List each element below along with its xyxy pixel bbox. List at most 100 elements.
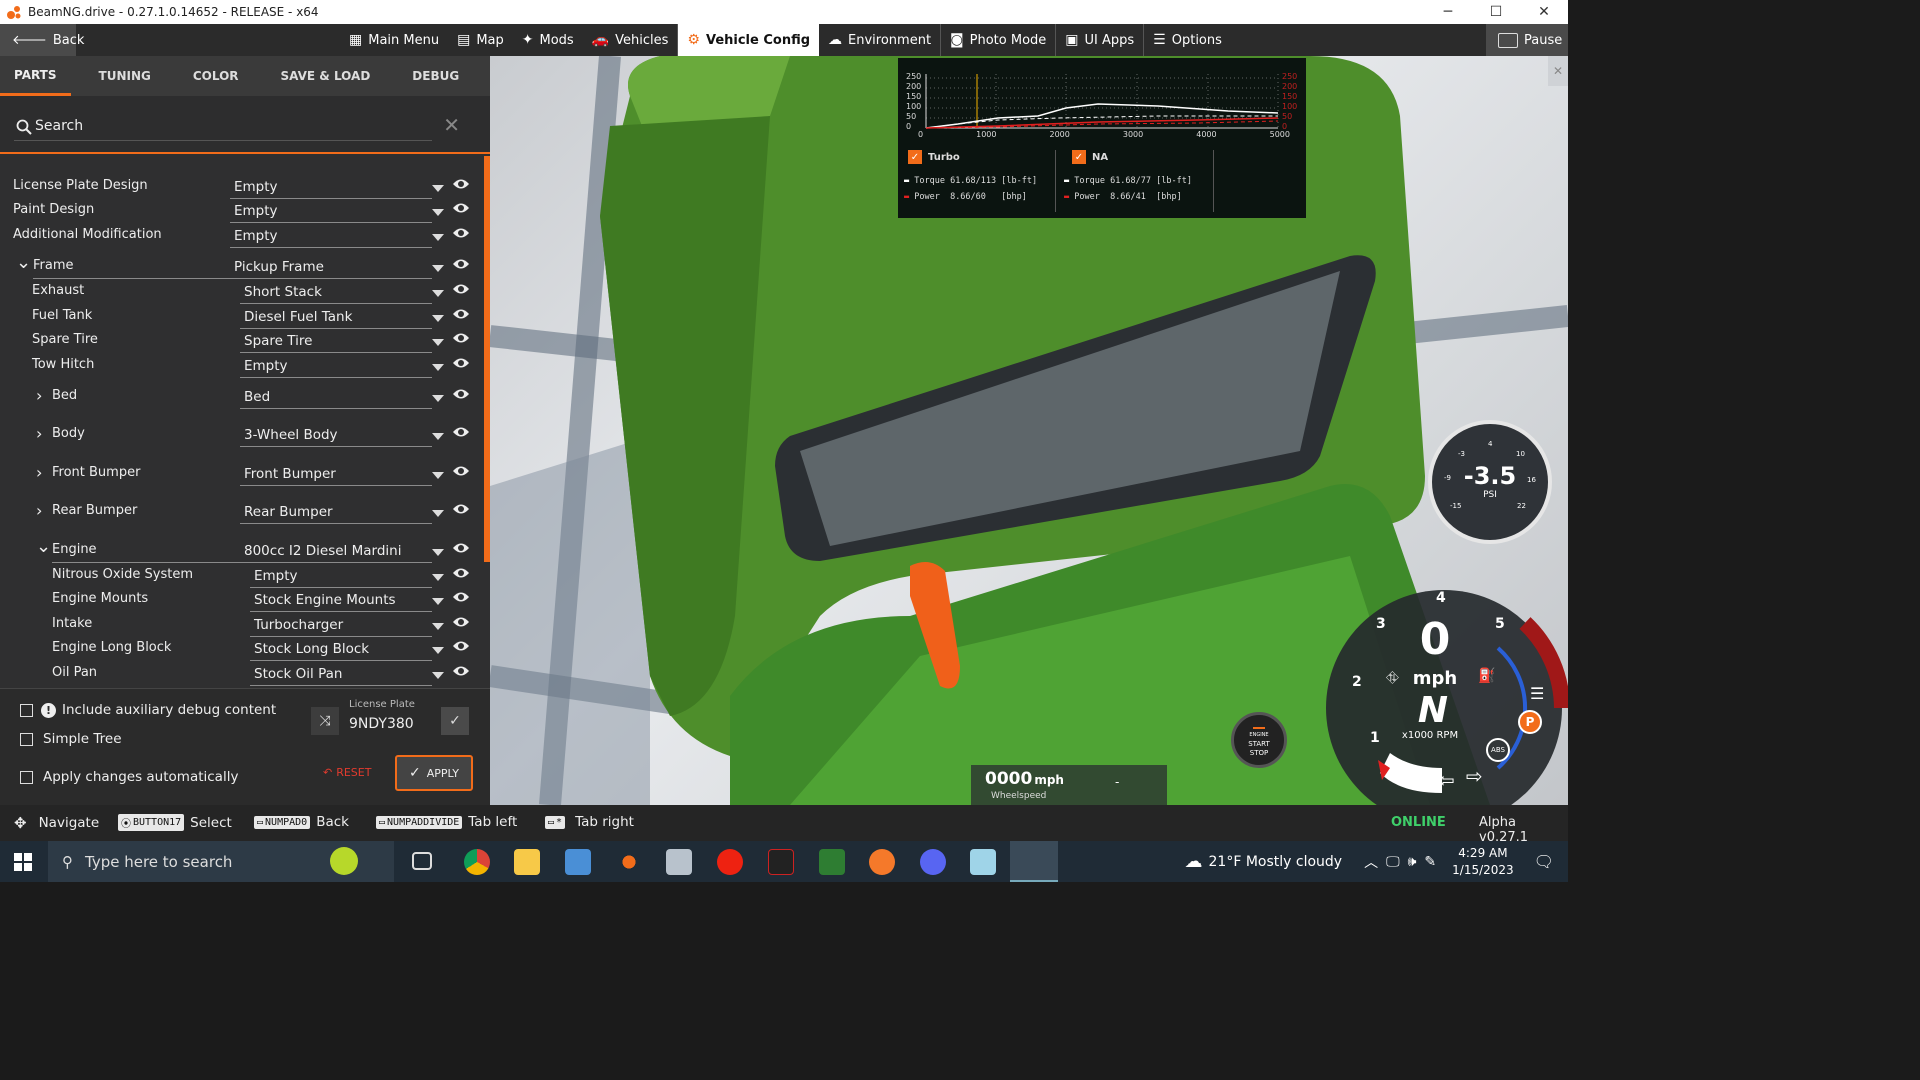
dropdown-arrow-icon[interactable] bbox=[432, 433, 444, 440]
randomize-plate-button[interactable]: ⤨ bbox=[311, 707, 339, 735]
tab-parts[interactable]: PARTS bbox=[0, 56, 71, 96]
tab-color[interactable]: COLOR bbox=[179, 56, 253, 96]
blender-icon[interactable] bbox=[869, 849, 895, 875]
tab-save-load[interactable]: SAVE & LOAD bbox=[267, 56, 385, 96]
checkbox-box[interactable] bbox=[20, 770, 33, 784]
network-icon[interactable]: 🖵 bbox=[1386, 854, 1400, 870]
dropdown-arrow-icon[interactable] bbox=[432, 185, 444, 192]
parts-scrollbar[interactable] bbox=[484, 156, 490, 562]
clear-search-icon[interactable]: ✕ bbox=[443, 113, 460, 137]
vehicle-viewport[interactable]: 250 200 150 100 50 0 250 200 150 100 50 0 0 1000 200… bbox=[490, 56, 1568, 805]
part-row[interactable]: › Body 3-Wheel Body bbox=[0, 424, 480, 447]
discord-icon[interactable] bbox=[920, 849, 946, 875]
visibility-eye-icon[interactable] bbox=[452, 226, 470, 240]
visibility-eye-icon[interactable] bbox=[452, 664, 470, 678]
dropdown-arrow-icon[interactable] bbox=[432, 510, 444, 517]
taskbar-search[interactable]: ⚲ Type here to search bbox=[48, 841, 394, 882]
windows-start-icon[interactable] bbox=[14, 853, 32, 871]
collapse-panel-icon[interactable]: ✕ bbox=[1548, 56, 1568, 86]
part-slot-value[interactable]: 800cc I2 Diesel Mardini bbox=[244, 543, 401, 559]
menu-ui-apps[interactable]: ▣ UI Apps bbox=[1055, 24, 1143, 56]
menu-mods[interactable]: ✦ Mods bbox=[513, 24, 583, 56]
dropdown-arrow-icon[interactable] bbox=[432, 395, 444, 402]
visibility-eye-icon[interactable] bbox=[452, 331, 470, 345]
visibility-eye-icon[interactable] bbox=[452, 639, 470, 653]
notification-icon[interactable]: 🗨 bbox=[1534, 852, 1554, 871]
reset-button[interactable]: ↶ RESET bbox=[323, 766, 371, 779]
part-row[interactable]: ⌄ Engine 800cc I2 Diesel Mardini bbox=[0, 536, 480, 563]
visibility-eye-icon[interactable] bbox=[452, 387, 470, 401]
part-row[interactable]: Fuel Tank Diesel Fuel Tank bbox=[0, 307, 480, 329]
menu-options[interactable]: ☰ Options bbox=[1143, 24, 1231, 56]
apply-button[interactable]: ✓ APPLY bbox=[395, 755, 473, 791]
part-row[interactable]: ⌄ Frame Pickup Frame bbox=[0, 252, 480, 279]
photos-icon[interactable] bbox=[666, 849, 692, 875]
part-slot-value[interactable]: Turbocharger bbox=[254, 617, 343, 633]
dropdown-arrow-icon[interactable] bbox=[432, 598, 444, 605]
pause-button[interactable]: Pause bbox=[1486, 24, 1568, 56]
visibility-eye-icon[interactable] bbox=[452, 257, 470, 271]
minecraft-icon[interactable] bbox=[819, 849, 845, 875]
dropdown-arrow-icon[interactable] bbox=[432, 574, 444, 581]
visibility-eye-icon[interactable] bbox=[452, 615, 470, 629]
chevron-right-icon[interactable]: › bbox=[36, 463, 42, 482]
part-row[interactable]: Nitrous Oxide System Empty bbox=[0, 567, 480, 588]
na-checkbox[interactable]: ✓ bbox=[1072, 150, 1086, 164]
maximize-button[interactable]: ☐ bbox=[1472, 0, 1520, 24]
dropdown-arrow-icon[interactable] bbox=[432, 647, 444, 654]
part-slot-value[interactable]: Short Stack bbox=[244, 284, 322, 300]
part-slot-value[interactable]: Empty bbox=[244, 358, 288, 374]
license-plate-input[interactable]: 9NDY380 bbox=[345, 713, 435, 735]
visibility-eye-icon[interactable] bbox=[452, 356, 470, 370]
part-slot-value[interactable]: Front Bumper bbox=[244, 466, 336, 482]
chevron-down-icon[interactable]: ⌄ bbox=[16, 252, 31, 273]
part-slot-value[interactable]: Stock Oil Pan bbox=[254, 666, 342, 682]
part-slot-value[interactable]: Stock Engine Mounts bbox=[254, 592, 396, 608]
youtube-music-icon[interactable] bbox=[717, 849, 743, 875]
part-slot-value[interactable]: Stock Long Block bbox=[254, 641, 369, 657]
part-slot-value[interactable]: Diesel Fuel Tank bbox=[244, 309, 352, 325]
back-button[interactable]: 🡐 Back bbox=[0, 24, 84, 56]
dropdown-arrow-icon[interactable] bbox=[432, 234, 444, 241]
visibility-eye-icon[interactable] bbox=[452, 177, 470, 191]
network-app-icon[interactable] bbox=[565, 849, 591, 875]
visibility-eye-icon[interactable] bbox=[452, 541, 470, 555]
dropdown-arrow-icon[interactable] bbox=[432, 472, 444, 479]
dropdown-arrow-icon[interactable] bbox=[432, 549, 444, 556]
part-row[interactable]: Paint Design Empty bbox=[0, 201, 480, 223]
visibility-eye-icon[interactable] bbox=[452, 201, 470, 215]
mod-app-icon[interactable] bbox=[768, 849, 794, 875]
part-slot-value[interactable]: Pickup Frame bbox=[234, 259, 324, 275]
chevron-down-icon[interactable]: ⌄ bbox=[36, 536, 51, 557]
part-row[interactable]: › Front Bumper Front Bumper bbox=[0, 463, 480, 486]
dropdown-arrow-icon[interactable] bbox=[432, 315, 444, 322]
part-row[interactable]: License Plate Design Empty bbox=[0, 177, 480, 199]
volume-icon[interactable]: 🕪 bbox=[1408, 854, 1417, 870]
part-row[interactable]: Tow Hitch Empty bbox=[0, 356, 480, 378]
visibility-eye-icon[interactable] bbox=[452, 502, 470, 516]
part-row[interactable]: Oil Pan Stock Oil Pan bbox=[0, 664, 480, 686]
visibility-eye-icon[interactable] bbox=[452, 282, 470, 296]
search-input[interactable]: Search bbox=[35, 118, 83, 134]
part-row[interactable]: Spare Tire Spare Tire bbox=[0, 331, 480, 353]
dropdown-arrow-icon[interactable] bbox=[432, 623, 444, 630]
simple-tree-checkbox[interactable]: Simple Tree bbox=[20, 731, 122, 747]
chevron-right-icon[interactable]: › bbox=[36, 386, 42, 405]
checkbox-box[interactable] bbox=[20, 703, 33, 717]
taskbar-search-input[interactable]: Type here to search bbox=[85, 853, 232, 871]
turbo-checkbox[interactable]: ✓ bbox=[908, 150, 922, 164]
part-slot-value[interactable]: Empty bbox=[234, 228, 278, 244]
part-slot-value[interactable]: Bed bbox=[244, 389, 270, 405]
chrome-icon[interactable] bbox=[464, 849, 490, 875]
debug-content-checkbox[interactable]: ! Include auxiliary debug content bbox=[20, 702, 276, 718]
parts-search[interactable]: Search ✕ bbox=[0, 96, 490, 154]
menu-photo-mode[interactable]: ◙ Photo Mode bbox=[940, 24, 1055, 56]
auto-apply-checkbox[interactable]: Apply changes automatically bbox=[20, 769, 238, 785]
part-row[interactable]: Engine Mounts Stock Engine Mounts bbox=[0, 591, 480, 612]
menu-vehicles[interactable]: 🚗 Vehicles bbox=[583, 24, 678, 56]
menu-vehicle-config[interactable]: ⚙ Vehicle Config bbox=[677, 24, 820, 56]
menu-main-menu[interactable]: ▦ Main Menu bbox=[340, 24, 448, 56]
dropdown-arrow-icon[interactable] bbox=[432, 364, 444, 371]
visibility-eye-icon[interactable] bbox=[452, 307, 470, 321]
dropdown-arrow-icon[interactable] bbox=[432, 672, 444, 679]
